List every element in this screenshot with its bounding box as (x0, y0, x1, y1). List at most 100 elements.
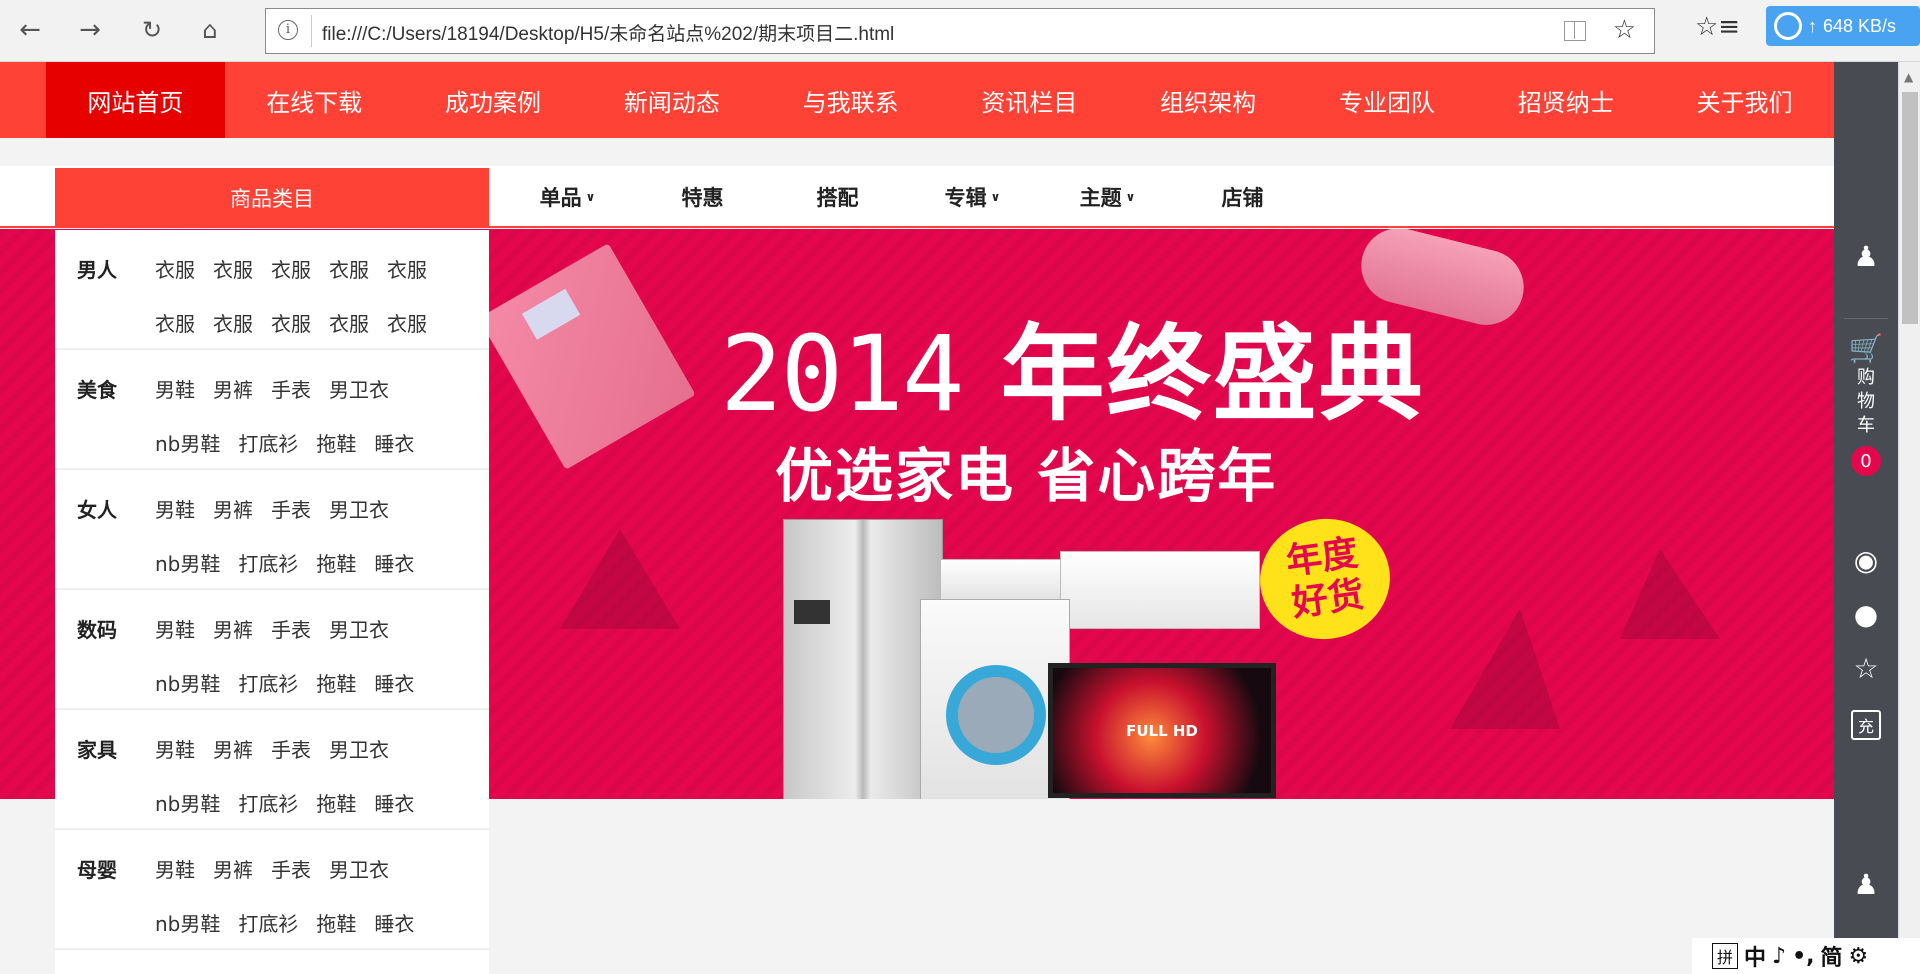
nav-item[interactable]: 与我联系 (761, 62, 940, 138)
category-link[interactable]: 男鞋 (155, 494, 195, 523)
money-bag-icon[interactable]: ◉ (1834, 544, 1898, 578)
recharge-button[interactable]: 充 (1834, 710, 1898, 740)
category-link[interactable]: 手表 (271, 734, 311, 763)
ime-settings-icon[interactable]: ⚙ (1849, 944, 1869, 969)
star-icon[interactable]: ☆ (1834, 652, 1898, 686)
customer-service-icon[interactable]: ♟ (1834, 868, 1898, 902)
category-link[interactable]: 手表 (271, 854, 311, 883)
nav-item[interactable]: 关于我们 (1655, 62, 1834, 138)
nav-item[interactable]: 招贤纳士 (1476, 62, 1655, 138)
category-link[interactable]: 男裤 (213, 614, 253, 643)
category-link[interactable]: 睡衣 (374, 788, 414, 817)
cart-button[interactable]: 🛒 购物车 0 (1834, 332, 1898, 476)
category-name[interactable]: 家具 (77, 734, 117, 763)
info-icon[interactable]: i (278, 20, 298, 40)
category-link[interactable]: 拖鞋 (316, 788, 356, 817)
category-link[interactable]: 男鞋 (155, 614, 195, 643)
category-link[interactable]: nb男鞋 (155, 788, 220, 817)
nav-item[interactable]: 组织架构 (1119, 62, 1298, 138)
category-link[interactable]: 男裤 (213, 374, 253, 403)
category-link[interactable]: nb男鞋 (155, 548, 220, 577)
category-link[interactable]: 男裤 (213, 734, 253, 763)
home-icon[interactable]: ⌂ (194, 14, 226, 46)
category-link[interactable]: nb男鞋 (155, 668, 220, 697)
nav-item[interactable]: 在线下载 (225, 62, 404, 138)
category-link[interactable]: 睡衣 (374, 428, 414, 457)
address-url[interactable]: file:///C:/Users/18194/Desktop/H5/未命名站点%… (322, 19, 894, 46)
ime-script[interactable]: 简 (1820, 940, 1842, 972)
category-link[interactable]: 打底衫 (238, 668, 298, 697)
category-link[interactable]: 男鞋 (155, 854, 195, 883)
category-link[interactable]: 衣服 (213, 308, 253, 337)
address-bar[interactable]: i file:///C:/Users/18194/Desktop/H5/未命名站… (265, 8, 1655, 54)
category-link[interactable]: 男鞋 (155, 374, 195, 403)
category-link[interactable]: 拖鞋 (316, 428, 356, 457)
category-link[interactable]: 男裤 (213, 854, 253, 883)
category-link[interactable]: 衣服 (213, 254, 253, 283)
category-name[interactable]: 女人 (77, 494, 117, 523)
category-name[interactable]: 美食 (77, 374, 117, 403)
category-name[interactable]: 母婴 (77, 854, 117, 883)
nav-item[interactable]: 网站首页 (46, 62, 225, 138)
user-icon[interactable]: ♟ (1834, 240, 1898, 274)
category-link[interactable]: 睡衣 (374, 908, 414, 937)
category-header[interactable]: 商品类目 (55, 168, 489, 228)
speed-widget[interactable]: ↑ 648 KB/s (1766, 6, 1920, 46)
category-link[interactable]: 手表 (271, 614, 311, 643)
sub-tab[interactable]: 搭配 (770, 166, 905, 228)
ime-toolbar[interactable]: 拼 中 ♪ •, 简 ⚙ (1692, 938, 1920, 974)
refresh-icon[interactable]: ↻ (136, 14, 168, 46)
sub-tab[interactable]: 单品 ∨ (500, 166, 635, 228)
category-link[interactable]: 打底衫 (238, 548, 298, 577)
category-link[interactable]: 男鞋 (155, 734, 195, 763)
category-link[interactable]: 男卫衣 (329, 854, 389, 883)
back-arrow-icon[interactable]: ← (14, 14, 46, 46)
ime-mode[interactable]: 拼 (1712, 943, 1738, 969)
category-name[interactable]: 数码 (77, 614, 117, 643)
nav-item[interactable]: 专业团队 (1298, 62, 1477, 138)
footprint-icon[interactable]: ● (1834, 598, 1898, 632)
ime-dot[interactable]: •, (1792, 944, 1814, 969)
category-link[interactable]: 拖鞋 (316, 668, 356, 697)
category-link[interactable]: 睡衣 (374, 668, 414, 697)
page-scrollbar[interactable]: ▲ (1898, 62, 1920, 974)
category-name[interactable]: 男人 (77, 254, 117, 283)
nav-item[interactable]: 资讯栏目 (940, 62, 1119, 138)
reading-view-icon[interactable] (1564, 21, 1586, 41)
forward-arrow-icon[interactable]: → (74, 14, 106, 46)
category-link[interactable]: 拖鞋 (316, 548, 356, 577)
category-link[interactable]: nb男鞋 (155, 428, 220, 457)
category-link[interactable]: 男卫衣 (329, 734, 389, 763)
nav-item[interactable]: 成功案例 (404, 62, 583, 138)
category-link[interactable]: 手表 (271, 374, 311, 403)
sub-tab[interactable]: 专辑 ∨ (905, 166, 1040, 228)
category-link[interactable]: 打底衫 (238, 908, 298, 937)
nav-item[interactable]: 新闻动态 (582, 62, 761, 138)
category-link[interactable]: 男卫衣 (329, 494, 389, 523)
ime-language[interactable]: 中 (1744, 940, 1766, 972)
category-link[interactable]: 衣服 (329, 254, 369, 283)
sub-tab[interactable]: 特惠 (635, 166, 770, 228)
category-link[interactable]: nb男鞋 (155, 908, 220, 937)
category-link[interactable]: 男裤 (213, 494, 253, 523)
sub-tab[interactable]: 店铺 (1175, 166, 1310, 228)
category-link[interactable]: 打底衫 (238, 428, 298, 457)
category-link[interactable]: 男卫衣 (329, 614, 389, 643)
scroll-up-arrow-icon[interactable]: ▲ (1904, 70, 1913, 84)
category-link[interactable]: 睡衣 (374, 548, 414, 577)
category-link[interactable]: 手表 (271, 494, 311, 523)
favorite-star-icon[interactable]: ☆ (1613, 15, 1636, 45)
category-link[interactable]: 衣服 (155, 308, 195, 337)
category-link[interactable]: 衣服 (271, 254, 311, 283)
category-link[interactable]: 衣服 (155, 254, 195, 283)
scrollbar-thumb[interactable] (1902, 92, 1918, 324)
category-link[interactable]: 拖鞋 (316, 908, 356, 937)
category-link[interactable]: 衣服 (387, 308, 427, 337)
category-link[interactable]: 衣服 (271, 308, 311, 337)
category-link[interactable]: 衣服 (387, 254, 427, 283)
category-link[interactable]: 衣服 (329, 308, 369, 337)
category-link[interactable]: 男卫衣 (329, 374, 389, 403)
favorites-list-icon[interactable]: ☆≡ (1695, 12, 1740, 42)
sub-tab[interactable]: 主题 ∨ (1040, 166, 1175, 228)
category-link[interactable]: 打底衫 (238, 788, 298, 817)
